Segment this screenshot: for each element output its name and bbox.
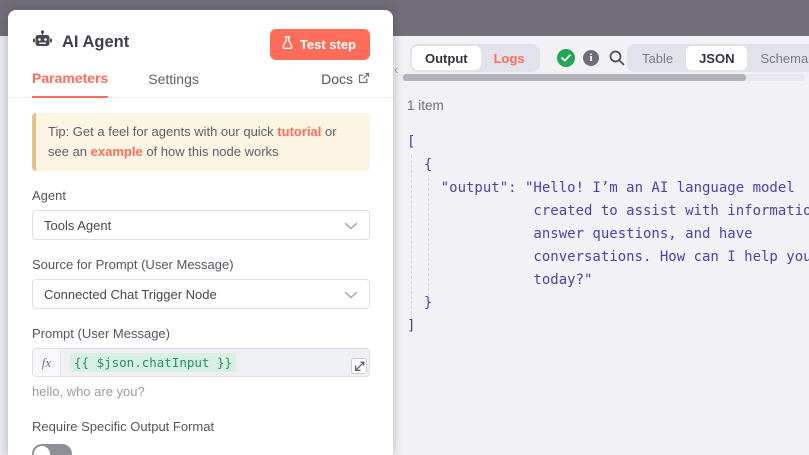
example-link[interactable]: example [91,144,143,159]
output-logs-tabs: Output Logs [410,44,540,72]
flask-icon [282,36,293,52]
tip-callout: Tip: Get a feel for agents with our quic… [32,113,370,171]
tab-table[interactable]: Table [629,46,686,70]
horizontal-scrollbar-thumb[interactable] [403,74,746,81]
canvas-edge [0,36,8,455]
prompt-source-select[interactable]: Connected Chat Trigger Node [32,279,370,309]
screen: AI Agent Test step Parameters Settings D… [0,0,809,455]
test-step-label: Test step [300,37,356,52]
agent-field-label: Agent [32,188,370,203]
tab-parameters[interactable]: Parameters [32,70,108,98]
tab-output[interactable]: Output [412,46,481,70]
node-title: AI Agent [62,33,129,52]
node-settings-panel: AI Agent Test step Parameters Settings D… [8,10,393,455]
prompt-source-value: Connected Chat Trigger Node [44,287,217,302]
json-output-view: [ { "output": "Hello! I’m an AI language… [407,131,809,338]
source-field-label: Source for Prompt (User Message) [32,257,370,272]
output-format-toggle[interactable] [32,444,72,455]
toggle-knob [34,446,50,455]
items-count: 1 item [407,98,444,113]
tab-docs[interactable]: Docs [321,71,370,97]
tab-logs[interactable]: Logs [481,46,538,70]
tutorial-link[interactable]: tutorial [277,124,321,139]
docs-label: Docs [321,71,353,87]
prompt-expression-input[interactable]: fx {{ $json.chatInput }} [32,348,370,377]
tip-text-suffix: of how this node works [143,144,279,159]
external-link-icon [358,71,370,87]
expression-value: {{ $json.chatInput }} [70,353,236,372]
info-icon[interactable]: i [583,50,599,66]
chevron-down-icon [344,218,358,233]
chevron-down-icon [344,287,358,302]
agent-select-value: Tools Agent [44,218,111,233]
prompt-evaluated-hint: hello, who are you? [32,384,370,399]
output-format-label: Require Specific Output Format [32,419,370,434]
fx-badge: fx [33,349,61,376]
tab-schema[interactable]: Schema [747,46,809,70]
robot-icon [32,30,53,54]
panel-collapse-arrow[interactable]: ‹ [394,61,399,77]
view-mode-tabs: Table JSON Schema [627,44,809,72]
success-check-icon[interactable] [557,49,575,67]
node-header: AI Agent Test step [8,10,393,64]
expand-expression-button[interactable] [351,358,367,374]
agent-select[interactable]: Tools Agent [32,210,370,240]
tab-json[interactable]: JSON [686,46,747,70]
tab-settings[interactable]: Settings [148,71,199,97]
tip-text: Tip: Get a feel for agents with our quic… [48,124,277,139]
prompt-field-label: Prompt (User Message) [32,326,370,341]
test-step-button[interactable]: Test step [270,29,370,60]
search-icon[interactable] [608,49,626,72]
tab-bar: Parameters Settings Docs [8,64,393,98]
